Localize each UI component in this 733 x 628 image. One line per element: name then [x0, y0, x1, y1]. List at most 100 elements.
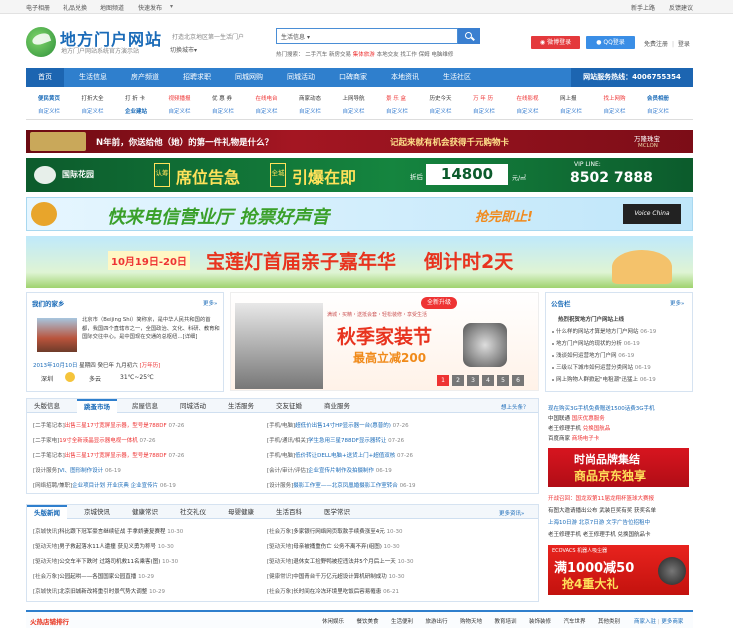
slider-page-1[interactable]: 1	[437, 375, 449, 386]
tab-dating[interactable]: 交友征婚	[269, 399, 309, 413]
ecovacs-ad-banner[interactable]: ECOVACS 机器人吸尘器 满1000减50 抢4重大礼	[548, 545, 689, 595]
banner-real-estate[interactable]: 国际花园 认筹 席位告急 全城 引爆在即 折后 14800 元/㎡ VIP LI…	[26, 158, 693, 192]
list-item-text[interactable]: 低价转让DELL电脑+送货上门+超值双核	[295, 453, 395, 459]
list-item[interactable]: [社会万象]长时间在冷冻环境里吃饭后容易罹患 06-21	[267, 587, 399, 595]
list-item-tag[interactable]: [手机/通讯/相关]	[267, 438, 308, 444]
list-item-tag[interactable]: [手机/电脑]	[267, 453, 295, 459]
tab-maternal[interactable]: 母婴健康	[221, 505, 261, 519]
tab-medical[interactable]: 医学常识	[317, 505, 357, 519]
notice-more-link[interactable]: 更多»	[670, 299, 684, 307]
list-item-text[interactable]: 中国青台千万亿元超设计算机研制成功	[293, 574, 387, 580]
tab-business[interactable]: 商业服务	[317, 399, 357, 413]
list-item-tag[interactable]: [驱动天地]	[267, 559, 293, 565]
banner-jewelry[interactable]: N年前，你送给他（她）的第一件礼物是什么？ 记起来就有机会获得千元购物卡 万隆珠…	[26, 130, 693, 153]
list-item-tag[interactable]: [社会万象]	[33, 574, 59, 580]
tab-headline-news[interactable]: 头版新闻	[27, 505, 67, 519]
info-more-link[interactable]: 想上头条？	[501, 403, 529, 411]
subnav-link[interactable]: 自定义栏	[256, 107, 278, 115]
more-merchants-link[interactable]: 更多商家	[661, 619, 683, 625]
list-item[interactable]: [二手笔记本]出售三星17寸宽屏显示器，型号是788DF 07-26	[33, 451, 184, 459]
subnav-link[interactable]: 自定义栏	[647, 107, 669, 115]
subnav-link[interactable]: 自定义栏	[169, 107, 191, 115]
notice-item[interactable]: 地方门户网站的现状的分析 06-19	[552, 339, 640, 347]
news-more-link[interactable]: 更多资讯»	[499, 509, 524, 517]
subnav-link[interactable]: 上网导航	[343, 94, 365, 102]
hot-term[interactable]: 电脑维修	[431, 52, 453, 58]
list-item-text[interactable]: 退休女工捡野鸭被控违法并5个月后上一天	[293, 559, 396, 565]
slider-page-6[interactable]: 6	[512, 375, 524, 386]
subnav-link[interactable]: 自定义栏	[473, 107, 495, 115]
subnav-link[interactable]: 自定义栏	[82, 107, 104, 115]
list-item-tag[interactable]: [二手笔记本]	[33, 453, 65, 459]
tab-health[interactable]: 健康常识	[125, 505, 165, 519]
hot-term[interactable]: 保姆	[419, 52, 430, 58]
list-item[interactable]: [会计/审计/评估]企业宣传片制作及拍摄制作 06-19	[267, 466, 392, 474]
hot-term[interactable]: 二手汽车	[305, 52, 327, 58]
list-item-text[interactable]: 学生急用三星788DF显示器转让	[308, 438, 386, 444]
link-quick-post[interactable]: 快速发布	[138, 3, 162, 12]
list-item-text[interactable]: 企业宣传片制作及拍摄制作	[308, 468, 374, 474]
subnav-link[interactable]: 商家动态	[299, 94, 321, 102]
subnav-link[interactable]: 自定义栏	[430, 107, 452, 115]
list-item-text[interactable]: 母亲被捅重伤亡 公务不离不弃(组图)	[293, 544, 382, 550]
subnav-link[interactable]: 自定义栏	[386, 107, 408, 115]
qq-login-button[interactable]: ● QQ登录	[586, 36, 635, 49]
tab-encyclopedia[interactable]: 生活百科	[269, 505, 309, 519]
subnav-link[interactable]: 视频播报	[169, 94, 191, 102]
list-item[interactable]: [设计服务]摄影工作室——北京凤凰婚摄影工作室转合 06-19	[267, 481, 416, 489]
nav-real-estate[interactable]: 房产频道	[122, 68, 168, 87]
list-item-text[interactable]: 公交车半下跌时 过路司机救11名乘客(图)	[59, 559, 160, 565]
link-map-channel[interactable]: 地图频道	[100, 3, 124, 12]
list-item[interactable]: [驱动天地]母亲被捅重伤亡 公务不离不弃(组图) 10-30	[267, 542, 400, 550]
search-input[interactable]: 生活信息 ▾	[276, 28, 458, 44]
list-item[interactable]: [二手笔记本]出售三星17寸宽屏显示器，型号是788DF 07-26	[33, 421, 184, 429]
subnav-link[interactable]: 找上网购	[604, 94, 626, 102]
list-item-text[interactable]: 科比跟下冠军豪言继续征战 手拿娇妻复赛程	[59, 529, 165, 535]
list-item-text[interactable]: 北京旧城新改将重引时景气势大调整	[59, 589, 147, 595]
register-link[interactable]: 免费注册	[644, 41, 668, 48]
list-item[interactable]: [社会万象]公园起哄——各国国家公园直播 10-29	[33, 572, 154, 580]
list-item-text[interactable]: 企业项目计划 开业庆典 企业宣传片	[72, 483, 158, 489]
slider-page-5[interactable]: 5	[497, 375, 509, 386]
ad-link[interactable]: 百度商家 商场电子卡	[548, 434, 599, 442]
list-item-tag[interactable]: [驱动天地]	[267, 544, 293, 550]
slider-page-4[interactable]: 4	[482, 375, 494, 386]
feature-slider[interactable]: 全新升级 满城・买精・送抵会套・轻松装修・享受生活 秋季家装节 最高立减200 …	[230, 292, 539, 391]
hometown-more-link[interactable]: 更多»	[203, 299, 217, 307]
link-gift-exchange[interactable]: 礼品兑换	[63, 3, 87, 12]
link-photo-album[interactable]: 电子相册	[26, 3, 50, 12]
nav-shopping[interactable]: 同城网购	[226, 68, 272, 87]
notice-item[interactable]: 三级以下城市如何运营分类网站 06-19	[552, 363, 651, 371]
nav-jobs[interactable]: 招聘求职	[174, 68, 220, 87]
list-item-text[interactable]: 超低价出售14寸HP显示器一台(惠普的)	[295, 423, 391, 429]
list-item-text[interactable]: 出售三星17寸宽屏显示器，型号是788DF	[65, 453, 167, 459]
ad-link[interactable]: 老王修理手机 老王修理手机 兑换国航品卡	[548, 530, 651, 538]
nav-home[interactable]: 首页	[26, 68, 64, 87]
subnav-link[interactable]: 会员相册	[647, 94, 669, 102]
list-item-tag[interactable]: [驱动天地]	[33, 544, 59, 550]
list-item[interactable]: [手机/通讯/相关]学生急用三星788DF显示器转让 07-26	[267, 436, 404, 444]
list-item[interactable]: [健康常识]中国青台千万亿元超设计算机研制成功 10-30	[267, 572, 405, 580]
hot-term[interactable]: 新房交易	[329, 52, 351, 58]
subnav-link[interactable]: 自定义栏	[560, 107, 582, 115]
hot-term[interactable]: 找工作	[400, 52, 417, 58]
hometown-photo[interactable]	[37, 318, 77, 352]
list-item[interactable]: [设计服务]VI、图形制作设计 06-19	[33, 466, 121, 474]
subnav-link[interactable]: 自定义栏	[38, 107, 60, 115]
shop-category-link[interactable]: 旅游出行	[426, 617, 448, 625]
subnav-link[interactable]: 自定义栏	[604, 107, 626, 115]
list-item[interactable]: [社会万象]多家银行网络网页取款手续费涨至4元 10-30	[267, 527, 403, 535]
subnav-link[interactable]: 企业建站	[125, 107, 147, 115]
list-item-text[interactable]: 19寸全新液晶显示器电视一体机	[59, 438, 138, 444]
list-item-tag[interactable]: [二手家电]	[33, 438, 59, 444]
nav-community[interactable]: 生活社区	[434, 68, 480, 87]
list-item-tag[interactable]: [驱动天地]	[33, 559, 59, 565]
shop-category-link[interactable]: 餐饮美食	[357, 617, 379, 625]
nav-events[interactable]: 同城活动	[278, 68, 324, 87]
list-item[interactable]: [二手家电]19寸全新液晶显示器电视一体机 07-26	[33, 436, 156, 444]
list-item-tag[interactable]: [会计/审计/评估]	[267, 468, 308, 474]
notice-headline[interactable]: 热烈祝贺地方门户网站上线	[558, 315, 624, 323]
list-item[interactable]: [驱动天地]公交车半下跌时 过路司机救11名乘客(图) 10-30	[33, 557, 178, 565]
nav-merchants[interactable]: 口碑商家	[330, 68, 376, 87]
banner-telecom[interactable]: 快来电信营业厅 抢票好声音 抢完即止! Voice China	[26, 197, 693, 231]
